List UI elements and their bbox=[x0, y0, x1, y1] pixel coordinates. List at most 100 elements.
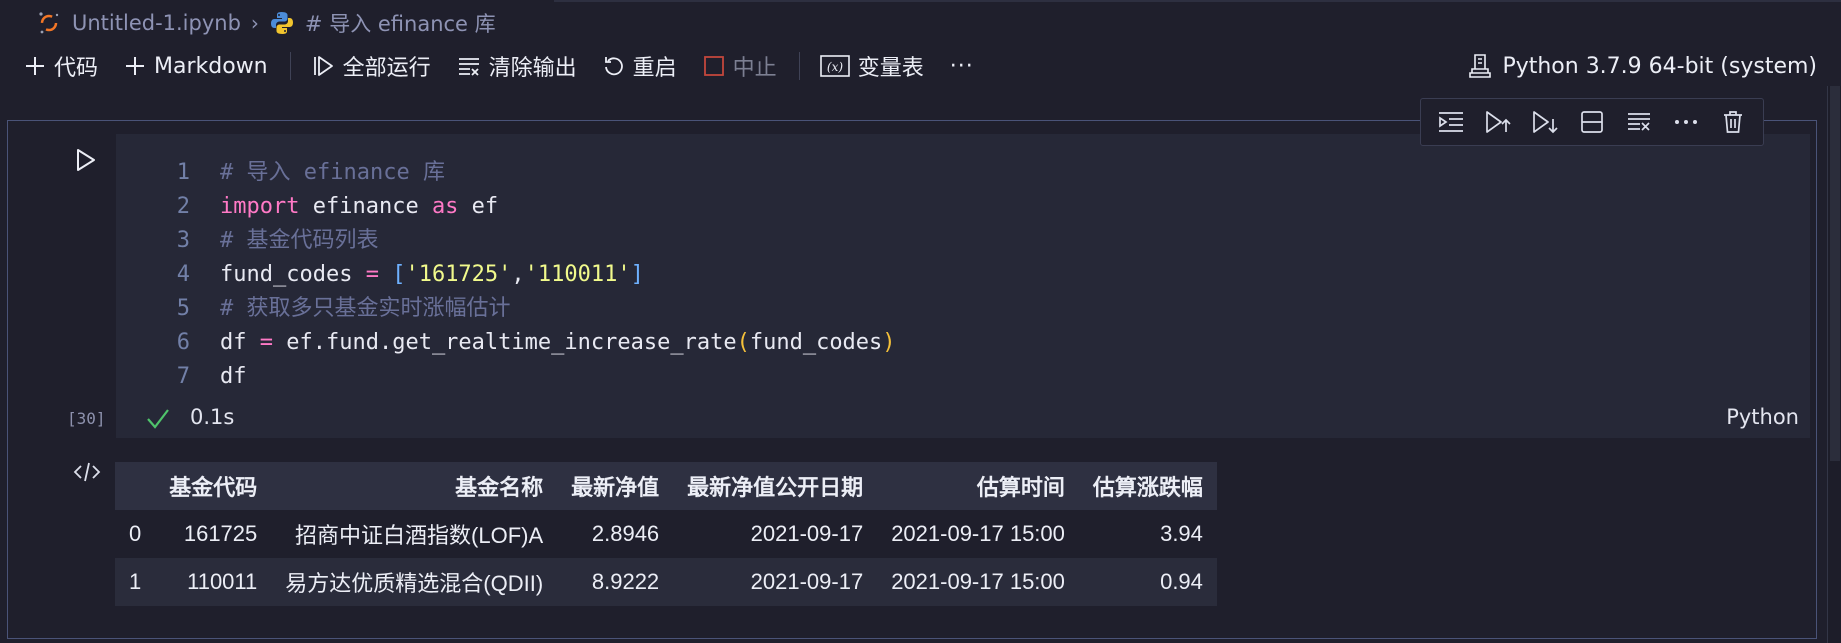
clear-outputs-label: 清除输出 bbox=[488, 56, 577, 81]
table-cell: 易方达优质精选混合(QDII) bbox=[285, 571, 544, 596]
toolbar-divider bbox=[289, 52, 291, 80]
scrollbar[interactable] bbox=[1827, 86, 1841, 643]
svg-text:(x): (x) bbox=[827, 60, 843, 74]
dataframe-output: 基金代码 基金名称 最新净值 最新净值公开日期 估算时间 估算涨跌幅 0 161… bbox=[115, 462, 1217, 606]
table-cell: 2021-09-17 15:00 bbox=[891, 569, 1065, 594]
variables-label: 变量表 bbox=[857, 56, 924, 81]
column-header: 最新净值 bbox=[571, 475, 660, 500]
run-cell-icon[interactable] bbox=[72, 146, 100, 174]
restart-button[interactable]: 重启 bbox=[603, 50, 677, 82]
code-line: 5 # 获取多只基金实时涨幅估计 bbox=[116, 292, 896, 326]
add-code-label: 代码 bbox=[54, 56, 99, 81]
check-icon bbox=[147, 409, 169, 429]
toolbar-divider bbox=[798, 52, 800, 80]
variables-button[interactable]: (x) 变量表 bbox=[819, 50, 924, 82]
python-icon bbox=[270, 12, 293, 34]
table-cell: 招商中证白酒指数(LOF)A bbox=[295, 523, 544, 548]
more-actions-button[interactable]: ··· bbox=[950, 54, 974, 79]
code-editor[interactable]: 1 # 导入 efinance 库 2 import efinance as ef … bbox=[116, 134, 1810, 438]
run-below-icon bbox=[1532, 111, 1558, 134]
clear-cell-output-button[interactable] bbox=[1621, 104, 1657, 140]
variables-icon: (x) bbox=[819, 55, 850, 77]
chevron-right-icon: › bbox=[250, 11, 259, 35]
code-line: 7 df bbox=[116, 360, 896, 394]
trash-icon bbox=[1724, 111, 1743, 133]
row-index: 1 bbox=[129, 569, 142, 594]
table-cell: 161725 bbox=[183, 521, 258, 546]
column-header: 基金名称 bbox=[455, 475, 544, 500]
execution-count: [30] bbox=[67, 409, 106, 428]
line-number: 5 bbox=[176, 296, 190, 321]
line-number: 7 bbox=[176, 364, 190, 389]
column-header: 基金代码 bbox=[169, 475, 258, 500]
breadcrumb-file[interactable]: Untitled-1.ipynb bbox=[72, 11, 241, 35]
scrollbar-thumb[interactable] bbox=[1830, 86, 1840, 461]
more-icon bbox=[1675, 120, 1698, 124]
restart-label: 重启 bbox=[632, 56, 677, 81]
line-number: 4 bbox=[176, 262, 190, 287]
output-icon[interactable] bbox=[72, 460, 102, 484]
add-markdown-button[interactable]: Markdown bbox=[124, 54, 268, 79]
line-number: 1 bbox=[176, 160, 190, 185]
add-markdown-label: Markdown bbox=[154, 53, 268, 79]
table-cell: 2021-09-17 bbox=[750, 569, 864, 594]
table-row: 0 161725 招商中证白酒指数(LOF)A 2.8946 2021-09-1… bbox=[115, 510, 1217, 558]
run-by-line-icon bbox=[1438, 112, 1463, 132]
table-cell: 2.8946 bbox=[591, 521, 660, 546]
interrupt-label: 中止 bbox=[732, 56, 777, 81]
table-cell: 8.9222 bbox=[591, 569, 660, 594]
split-cell-icon bbox=[1581, 111, 1603, 133]
kernel-icon bbox=[1469, 54, 1492, 78]
more-icon: ··· bbox=[949, 53, 974, 79]
column-header: 最新净值公开日期 bbox=[687, 475, 864, 500]
cell-language[interactable]: Python bbox=[1726, 405, 1799, 429]
plus-icon bbox=[26, 57, 44, 75]
line-number: 2 bbox=[176, 194, 190, 219]
notebook-toolbar: 代码 Markdown 全部运行 清除输出 重启 中止 (x) 变量表 ··· bbox=[24, 48, 1000, 84]
stop-icon bbox=[703, 56, 724, 76]
code-line: 4 fund_codes = ['161725','110011'] bbox=[116, 258, 896, 292]
table-header-row: 基金代码 基金名称 最新净值 最新净值公开日期 估算时间 估算涨跌幅 bbox=[115, 462, 1217, 510]
code-line: 1 # 导入 efinance 库 bbox=[116, 156, 896, 190]
code-line: 3 # 基金代码列表 bbox=[116, 224, 896, 258]
column-header bbox=[115, 462, 155, 510]
code-lines: 1 # 导入 efinance 库 2 import efinance as ef … bbox=[116, 156, 896, 394]
plus-icon bbox=[126, 57, 145, 75]
add-code-button[interactable]: 代码 bbox=[24, 50, 98, 82]
kernel-label: Python 3.7.9 64-bit (system) bbox=[1502, 53, 1817, 79]
run-above-button[interactable] bbox=[1480, 104, 1516, 140]
breadcrumb-cell[interactable]: # 导入 efinance 库 bbox=[305, 8, 496, 38]
run-all-button[interactable]: 全部运行 bbox=[311, 50, 431, 82]
top-rule bbox=[554, 0, 1841, 2]
code-line: 2 import efinance as ef bbox=[116, 190, 896, 224]
jupyter-icon bbox=[39, 12, 59, 34]
restart-icon bbox=[604, 57, 623, 76]
table-cell: 110011 bbox=[187, 569, 258, 594]
kernel-picker[interactable]: Python 3.7.9 64-bit (system) bbox=[1468, 48, 1817, 84]
line-number: 3 bbox=[176, 228, 190, 253]
run-below-button[interactable] bbox=[1527, 104, 1563, 140]
table-cell: 3.94 bbox=[1160, 521, 1203, 546]
column-header: 估算时间 bbox=[976, 475, 1065, 500]
breadcrumb: Untitled-1.ipynb › # 导入 efinance 库 bbox=[36, 8, 496, 38]
table-row: 1 110011 易方达优质精选混合(QDII) 8.9222 2021-09-… bbox=[115, 558, 1217, 606]
code-line: 6 df = ef.fund.get_realtime_increase_rate… bbox=[116, 326, 896, 360]
cell-more-button[interactable] bbox=[1668, 104, 1704, 140]
line-number: 6 bbox=[176, 330, 190, 355]
row-index: 0 bbox=[129, 521, 142, 546]
table-cell: 2021-09-17 bbox=[750, 521, 864, 546]
table-cell: 0.94 bbox=[1160, 569, 1203, 594]
delete-cell-button[interactable] bbox=[1715, 104, 1751, 140]
table-cell: 2021-09-17 15:00 bbox=[891, 521, 1065, 546]
split-cell-button[interactable] bbox=[1574, 104, 1610, 140]
run-all-label: 全部运行 bbox=[342, 56, 431, 81]
clear-output-icon bbox=[1628, 113, 1651, 131]
run-by-line-button[interactable] bbox=[1433, 104, 1469, 140]
clear-output-icon bbox=[458, 58, 479, 76]
clear-outputs-button[interactable]: 清除输出 bbox=[457, 50, 577, 82]
execution-duration: 0.1s bbox=[190, 405, 235, 429]
run-above-icon bbox=[1485, 111, 1511, 133]
interrupt-button[interactable]: 中止 bbox=[703, 50, 777, 82]
cell-toolbar bbox=[1420, 98, 1764, 146]
column-header: 估算涨跌幅 bbox=[1092, 475, 1203, 500]
